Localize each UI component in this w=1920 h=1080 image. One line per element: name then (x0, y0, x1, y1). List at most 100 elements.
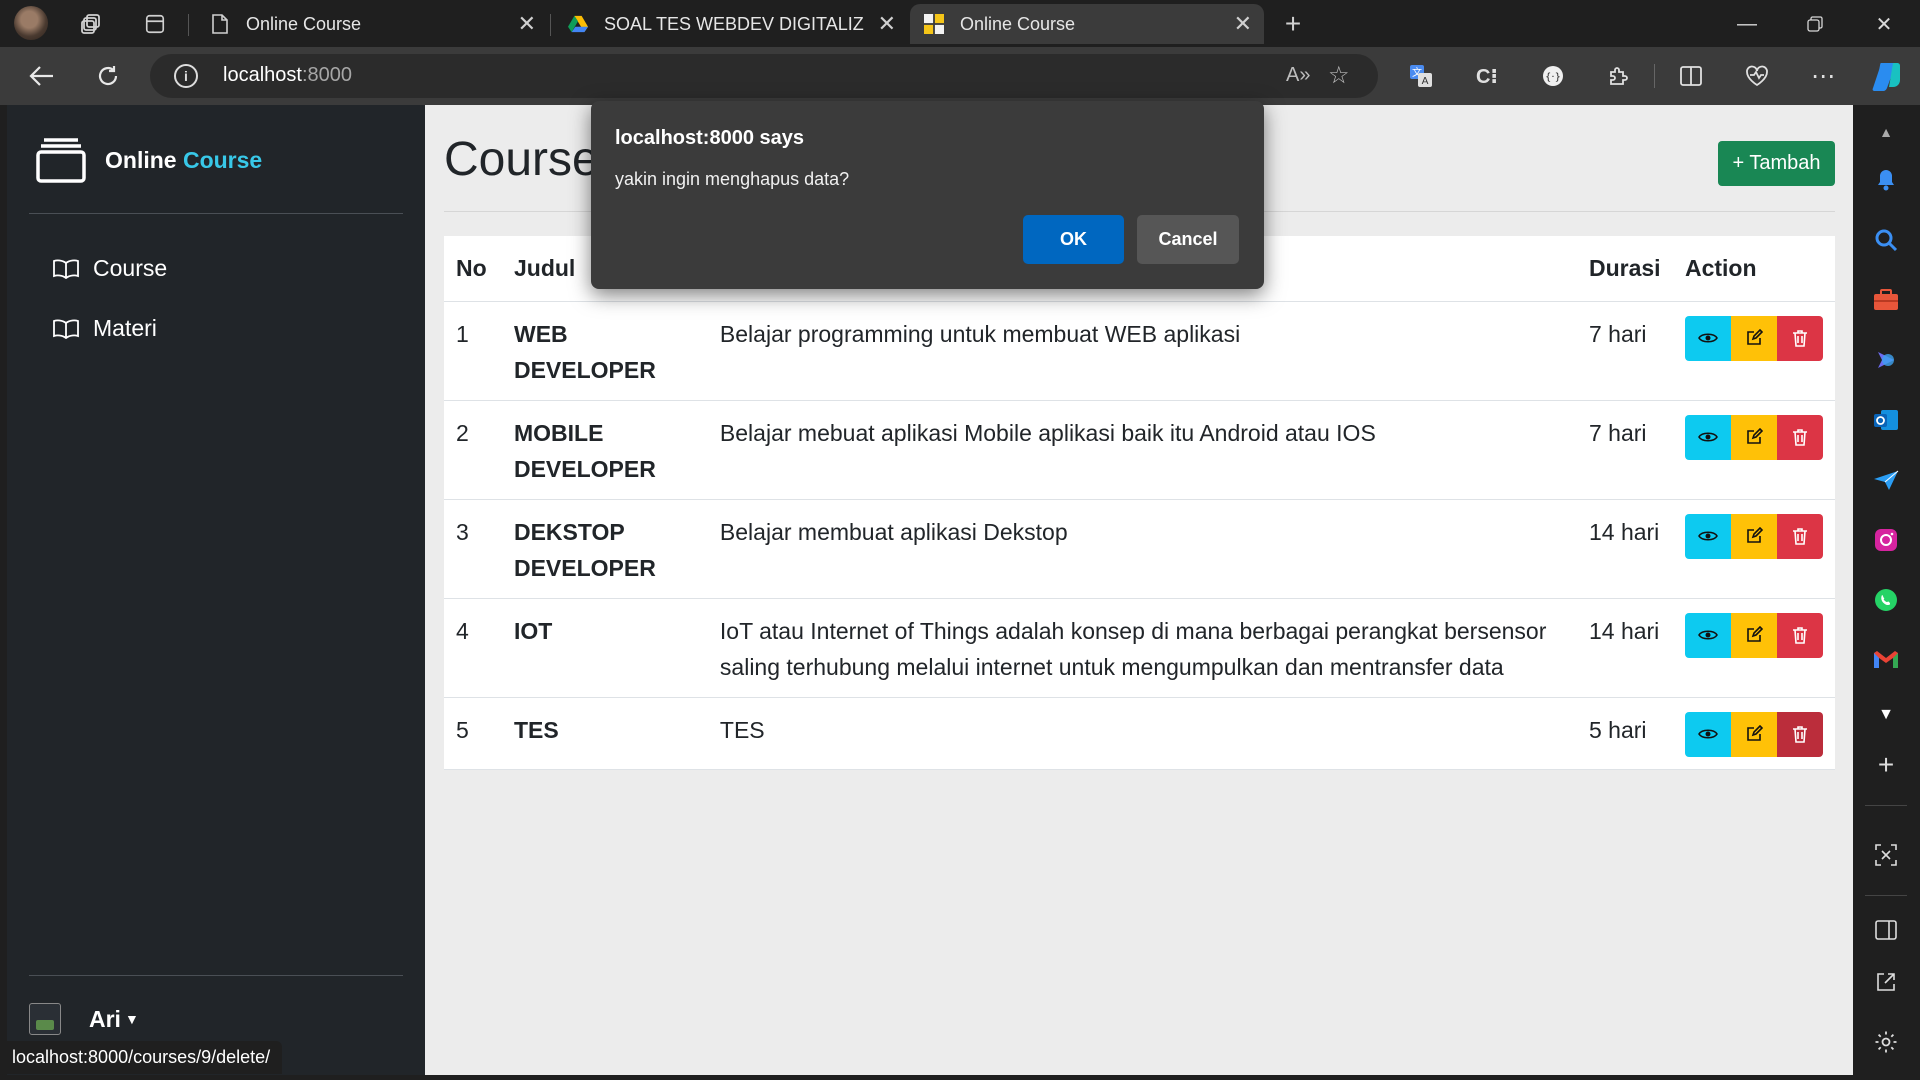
browser-tabbar: Online Course ✕ SOAL TES WEBDEV DIGITALI… (0, 0, 1920, 47)
cell-deskripsi: Belajar membuat aplikasi Dekstop (707, 499, 1577, 599)
read-aloud-icon[interactable]: A» (1286, 64, 1310, 87)
tools-briefcase-icon[interactable] (1871, 285, 1901, 315)
restore-icon[interactable] (1795, 8, 1835, 40)
delete-button[interactable] (1776, 612, 1823, 658)
tab-title: Online Course (960, 13, 1076, 34)
delete-button[interactable] (1776, 513, 1823, 559)
edit-button[interactable] (1730, 414, 1777, 460)
refresh-icon[interactable] (90, 59, 126, 93)
address-bar[interactable]: i localhost:8000 A» ☆ (150, 54, 1378, 98)
avatar (29, 1003, 61, 1035)
cell-actions (1672, 598, 1835, 698)
minimize-icon[interactable]: — (1727, 8, 1767, 40)
notification-bell-icon[interactable] (1871, 165, 1901, 195)
search-icon[interactable] (1871, 225, 1901, 255)
edit-button[interactable] (1730, 513, 1777, 559)
extension-circle-icon[interactable]: {·} (1536, 59, 1570, 93)
eye-icon (1698, 333, 1718, 343)
dialog-message: yakin ingin menghapus data? (615, 169, 850, 189)
cell-deskripsi: IoT atau Internet of Things adalah konse… (707, 598, 1577, 698)
collection-icon (36, 138, 86, 183)
settings-gear-icon[interactable] (1871, 1027, 1901, 1057)
copilot-edge-icon[interactable] (1871, 345, 1901, 375)
extensions-puzzle-icon[interactable] (1602, 59, 1636, 93)
cell-durasi: 14 hari (1576, 499, 1673, 599)
copilot-icon[interactable] (1870, 59, 1904, 93)
eye-icon (1698, 630, 1718, 640)
tab-online-course-1[interactable]: Online Course ✕ (196, 4, 548, 44)
favorite-star-icon[interactable]: ☆ (1328, 61, 1350, 90)
trash-icon (1792, 429, 1807, 446)
sidebar-item-materi[interactable]: Materi (53, 315, 157, 342)
scroll-up-icon[interactable]: ▲ (1871, 117, 1901, 147)
caret-down-icon: ▼ (124, 1011, 139, 1027)
book-icon (53, 259, 79, 279)
cell-durasi: 14 hari (1576, 598, 1673, 698)
more-options-icon[interactable]: ⋯ (1806, 59, 1840, 93)
view-button[interactable] (1684, 612, 1731, 658)
edit-button[interactable] (1730, 315, 1777, 361)
edit-button[interactable] (1730, 612, 1777, 658)
cell-judul: IOT (501, 598, 708, 698)
view-button[interactable] (1684, 315, 1731, 361)
brand-title[interactable]: Online Course (105, 147, 262, 174)
tab-actions-icon[interactable] (139, 8, 171, 40)
column-header-action: Action (1672, 236, 1835, 302)
ok-button[interactable]: OK (1023, 215, 1124, 264)
cell-no: 3 (444, 499, 502, 599)
google-drive-icon (568, 14, 588, 34)
close-icon[interactable]: ✕ (871, 11, 896, 37)
edit-icon (1747, 626, 1763, 642)
close-icon[interactable]: ✕ (1234, 11, 1252, 37)
send-icon[interactable] (1871, 465, 1901, 495)
add-icon[interactable]: + (1871, 749, 1901, 780)
cell-no: 4 (444, 598, 502, 698)
edit-icon (1747, 527, 1763, 543)
browser-toolbar: i localhost:8000 A» ☆ 文A C⁝ {·} ⋯ (0, 47, 1920, 105)
add-course-button[interactable]: + Tambah (1718, 141, 1835, 186)
view-button[interactable] (1684, 513, 1731, 559)
tab-online-course-active[interactable]: Online Course ✕ (910, 4, 1264, 44)
user-menu[interactable]: Ari ▼ (29, 1003, 139, 1035)
sidebar-item-label: Course (93, 255, 168, 281)
cell-actions (1672, 499, 1835, 599)
back-icon[interactable] (24, 59, 60, 93)
view-button[interactable] (1684, 711, 1731, 757)
delete-button[interactable] (1776, 711, 1823, 757)
sidebar-item-course[interactable]: Course (53, 255, 167, 282)
extension-c-icon[interactable]: C⁝ (1470, 59, 1504, 93)
outlook-icon[interactable] (1871, 405, 1901, 435)
delete-button[interactable] (1776, 414, 1823, 460)
screenshot-icon[interactable] (1871, 840, 1901, 870)
cell-durasi: 7 hari (1576, 301, 1673, 401)
chevron-down-icon[interactable]: ▼ (1871, 700, 1901, 730)
view-button[interactable] (1684, 414, 1731, 460)
browser-essentials-icon[interactable] (1740, 59, 1774, 93)
whatsapp-icon[interactable] (1871, 585, 1901, 615)
eye-icon (1698, 729, 1718, 739)
url-text[interactable]: localhost:8000 (223, 64, 352, 87)
edit-button[interactable] (1730, 711, 1777, 757)
translate-icon[interactable]: 文A (1404, 59, 1438, 93)
new-tab-icon[interactable]: + (1277, 8, 1309, 40)
site-info-icon[interactable]: i (174, 64, 198, 88)
cell-judul: MOBILE DEVELOPER (501, 400, 708, 500)
cancel-button[interactable]: Cancel (1137, 215, 1239, 264)
table-row: 1 WEB DEVELOPER Belajar programming untu… (444, 301, 1835, 401)
gmail-icon[interactable] (1871, 645, 1901, 675)
tab-soal-tes[interactable]: SOAL TES WEBDEV DIGITALIZ BA ✕ (554, 4, 908, 44)
split-screen-icon[interactable] (1674, 59, 1708, 93)
instagram-icon[interactable] (1871, 525, 1901, 555)
workspaces-icon[interactable] (76, 8, 108, 40)
close-window-icon[interactable]: ✕ (1864, 8, 1904, 40)
table-row: 3 DEKSTOP DEVELOPER Belajar membuat apli… (444, 499, 1835, 599)
delete-button[interactable] (1776, 315, 1823, 361)
table-row: 2 MOBILE DEVELOPER Belajar mebuat aplika… (444, 400, 1835, 500)
open-external-icon[interactable] (1871, 967, 1901, 997)
book-icon (53, 319, 79, 339)
edit-icon (1747, 725, 1763, 741)
close-icon[interactable]: ✕ (518, 11, 536, 37)
cell-actions (1672, 400, 1835, 500)
profile-avatar[interactable] (14, 6, 48, 40)
sidebar-toggle-icon[interactable] (1871, 915, 1901, 945)
